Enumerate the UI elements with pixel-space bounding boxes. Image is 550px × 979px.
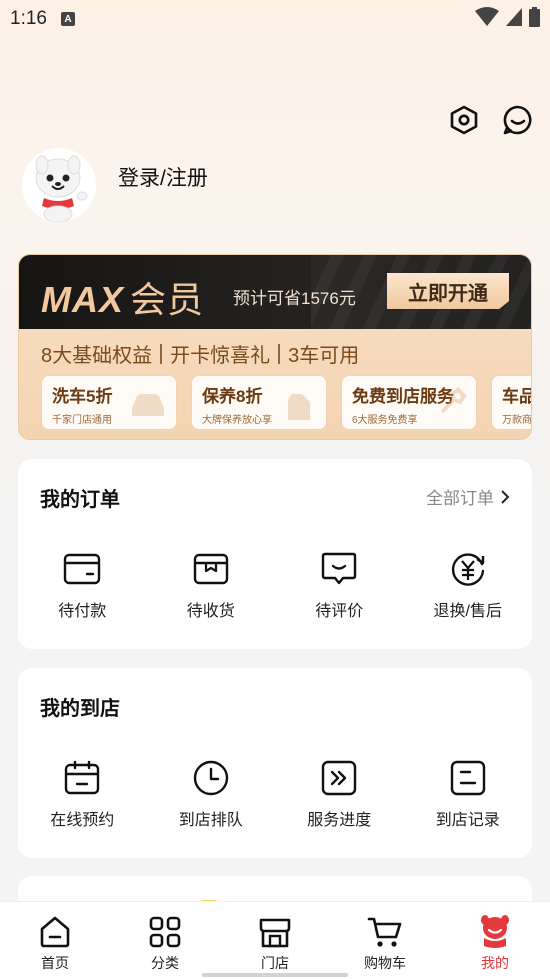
mine-icon	[477, 914, 513, 950]
perk-row: 洗车5折 千家门店通用 保养8折 大牌保养放心享 免费到店服务 6大服务免费享 …	[41, 375, 532, 430]
benefit-item: 8大基础权益	[41, 345, 153, 367]
store-visits-title: 我的到店	[40, 698, 120, 720]
open-membership-button[interactable]: 立即开通	[387, 273, 509, 309]
status-time: 1:16	[10, 8, 47, 29]
tab-category[interactable]: 分类	[110, 902, 220, 979]
accessibility-notification-icon: A	[60, 12, 75, 26]
all-orders-label: 全部订单	[426, 489, 494, 508]
online-booking[interactable]: 在线预约	[18, 758, 147, 830]
grid-label: 待付款	[58, 603, 107, 620]
bottom-tab-bar: 首页 分类 门店 购物车 我的	[0, 901, 550, 979]
cart-icon	[367, 914, 403, 950]
perk-subtitle: 万款商	[502, 415, 532, 426]
avatar[interactable]	[22, 148, 96, 222]
package-icon	[191, 549, 231, 589]
clock-icon	[191, 758, 231, 798]
battery-icon	[529, 7, 540, 27]
benefit-item: 3车可用	[288, 345, 360, 367]
record-icon	[448, 758, 488, 798]
progress-icon	[319, 758, 359, 798]
perk-card[interactable]: 保养8折 大牌保养放心享	[191, 375, 327, 430]
benefit-divider	[278, 343, 281, 364]
max-save-text: 预计可省1576元	[233, 289, 356, 308]
login-register-link[interactable]: 登录/注册	[118, 162, 208, 192]
category-icon	[147, 914, 183, 950]
header-actions	[448, 104, 534, 136]
order-pending-receipt[interactable]: 待收货	[147, 549, 276, 621]
car-wash-icon	[132, 394, 164, 416]
grid-label: 在线预约	[50, 812, 115, 829]
grid-label: 待评价	[315, 603, 364, 620]
store-queue[interactable]: 到店排队	[147, 758, 276, 830]
status-icons	[475, 7, 540, 27]
oil-bottle-icon	[288, 394, 310, 420]
perk-card[interactable]: 洗车5折 千家门店通用	[41, 375, 177, 430]
tab-mine[interactable]: 我的	[440, 902, 550, 979]
store-icon	[257, 914, 293, 950]
benefit-divider	[160, 343, 163, 364]
tab-label: 购物车	[364, 955, 406, 971]
my-store-visits-card: 我的到店 在线预约 到店排队 服务进度 到店记录	[18, 668, 532, 858]
max-logo: MAX 会员	[41, 271, 204, 323]
order-refund-aftersale[interactable]: 退换/售后	[404, 549, 533, 621]
store-visits-grid: 在线预约 到店排队 服务进度 到店记录	[18, 758, 532, 830]
signal-icon	[506, 8, 522, 26]
wrench-icon	[440, 387, 467, 414]
tab-cart[interactable]: 购物车	[330, 902, 440, 979]
grid-label: 待收货	[186, 603, 235, 620]
order-pending-payment[interactable]: 待付款	[18, 549, 147, 621]
joy-mascot-icon	[22, 148, 96, 222]
orders-grid: 待付款 待收货 待评价 退换/售后	[18, 549, 532, 621]
perk-card[interactable]: 车品 万款商	[491, 375, 532, 430]
tab-label: 门店	[261, 955, 289, 971]
comment-icon	[319, 549, 359, 589]
refund-icon	[448, 549, 488, 589]
tab-store[interactable]: 门店	[220, 902, 330, 979]
store-records[interactable]: 到店记录	[404, 758, 533, 830]
tab-label: 我的	[481, 955, 509, 971]
grid-label: 退换/售后	[433, 603, 502, 620]
all-orders-link[interactable]: 全部订单	[426, 484, 510, 509]
service-progress[interactable]: 服务进度	[275, 758, 404, 830]
max-logo-text: MAX	[41, 279, 124, 320]
message-icon[interactable]	[502, 104, 534, 136]
status-bar: 1:16 A	[0, 0, 550, 38]
wifi-icon	[475, 7, 499, 26]
home-icon	[37, 914, 73, 950]
benefit-item: 开卡惊喜礼	[170, 345, 271, 367]
tab-label: 分类	[151, 955, 179, 971]
my-orders-card: 我的订单 全部订单 待付款 待收货 待评价 退换/售后	[18, 459, 532, 649]
home-indicator	[202, 973, 348, 977]
grid-label: 到店排队	[178, 812, 243, 829]
perk-card[interactable]: 免费到店服务 6大服务免费享	[341, 375, 477, 430]
perk-title: 车品	[502, 387, 531, 406]
max-logo-cn: 会员	[130, 279, 205, 320]
max-membership-card[interactable]: MAX 会员 预计可省1576元 立即开通 8大基础权益 开卡惊喜礼 3车可用 洗…	[18, 254, 532, 440]
grid-label: 到店记录	[435, 812, 500, 829]
max-benefits: 8大基础权益 开卡惊喜礼 3车可用	[41, 339, 359, 368]
chevron-right-icon	[501, 489, 510, 504]
grid-label: 服务进度	[307, 812, 372, 829]
calendar-icon	[62, 758, 102, 798]
order-pending-review[interactable]: 待评价	[275, 549, 404, 621]
tab-home[interactable]: 首页	[0, 902, 110, 979]
tab-label: 首页	[41, 955, 69, 971]
settings-icon[interactable]	[448, 104, 480, 136]
wallet-icon	[62, 549, 102, 589]
max-card-header: MAX 会员 预计可省1576元 立即开通	[19, 255, 531, 329]
orders-title: 我的订单	[40, 489, 120, 511]
